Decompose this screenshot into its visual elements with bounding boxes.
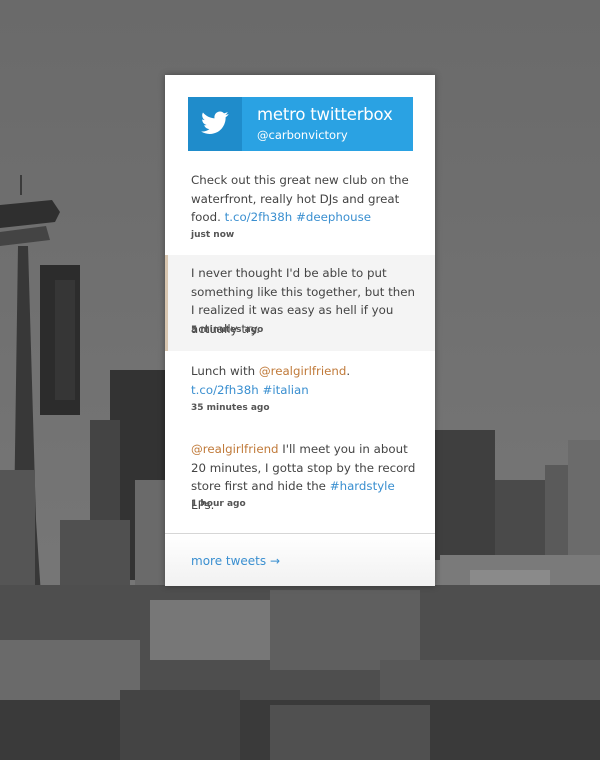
widget-header[interactable]: metro twitterbox @carbonvictory xyxy=(188,97,413,151)
hashtag-link[interactable]: #italian xyxy=(262,383,308,397)
tweet-timestamp[interactable]: 1 hour ago xyxy=(191,499,246,509)
tweet-text: Lunch with @realgirlfriend. t.co/2fh38h … xyxy=(191,362,421,399)
tweet-timestamp[interactable]: 5 minutes ago xyxy=(191,325,263,335)
account-handle[interactable]: @carbonvictory xyxy=(257,128,348,142)
twitter-icon-tile xyxy=(188,97,242,151)
tweet-link[interactable]: t.co/2fh38h xyxy=(191,383,259,397)
twitter-bird-icon xyxy=(201,111,229,134)
hashtag-link[interactable]: #deephouse xyxy=(296,210,371,224)
mention-link[interactable]: @realgirlfriend xyxy=(259,364,347,378)
tweet-item: Check out this great new club on the wat… xyxy=(165,171,435,245)
tweet-item: @realgirlfriend I'll meet you in about 2… xyxy=(165,440,435,520)
tweet-timestamp[interactable]: just now xyxy=(191,230,234,240)
tweet-text-segment: . xyxy=(346,364,351,378)
tweet-link[interactable]: t.co/2fh38h xyxy=(225,210,293,224)
more-tweets-link[interactable]: more tweets → xyxy=(191,554,280,568)
mention-link[interactable]: @realgirlfriend xyxy=(191,442,279,456)
tweet-text-segment: Lunch with xyxy=(191,364,259,378)
tweet-timestamp[interactable]: 35 minutes ago xyxy=(191,403,270,413)
tweet-item: Lunch with @realgirlfriend. t.co/2fh38h … xyxy=(165,362,435,420)
twitter-widget-card: metro twitterbox @carbonvictory Check ou… xyxy=(165,75,435,586)
tweet-item-highlighted: I never thought I'd be able to put somet… xyxy=(165,255,435,351)
widget-title: metro twitterbox xyxy=(257,105,393,124)
tweet-text: Check out this great new club on the wat… xyxy=(191,171,421,227)
hashtag-link[interactable]: #hardstyle xyxy=(330,479,395,493)
